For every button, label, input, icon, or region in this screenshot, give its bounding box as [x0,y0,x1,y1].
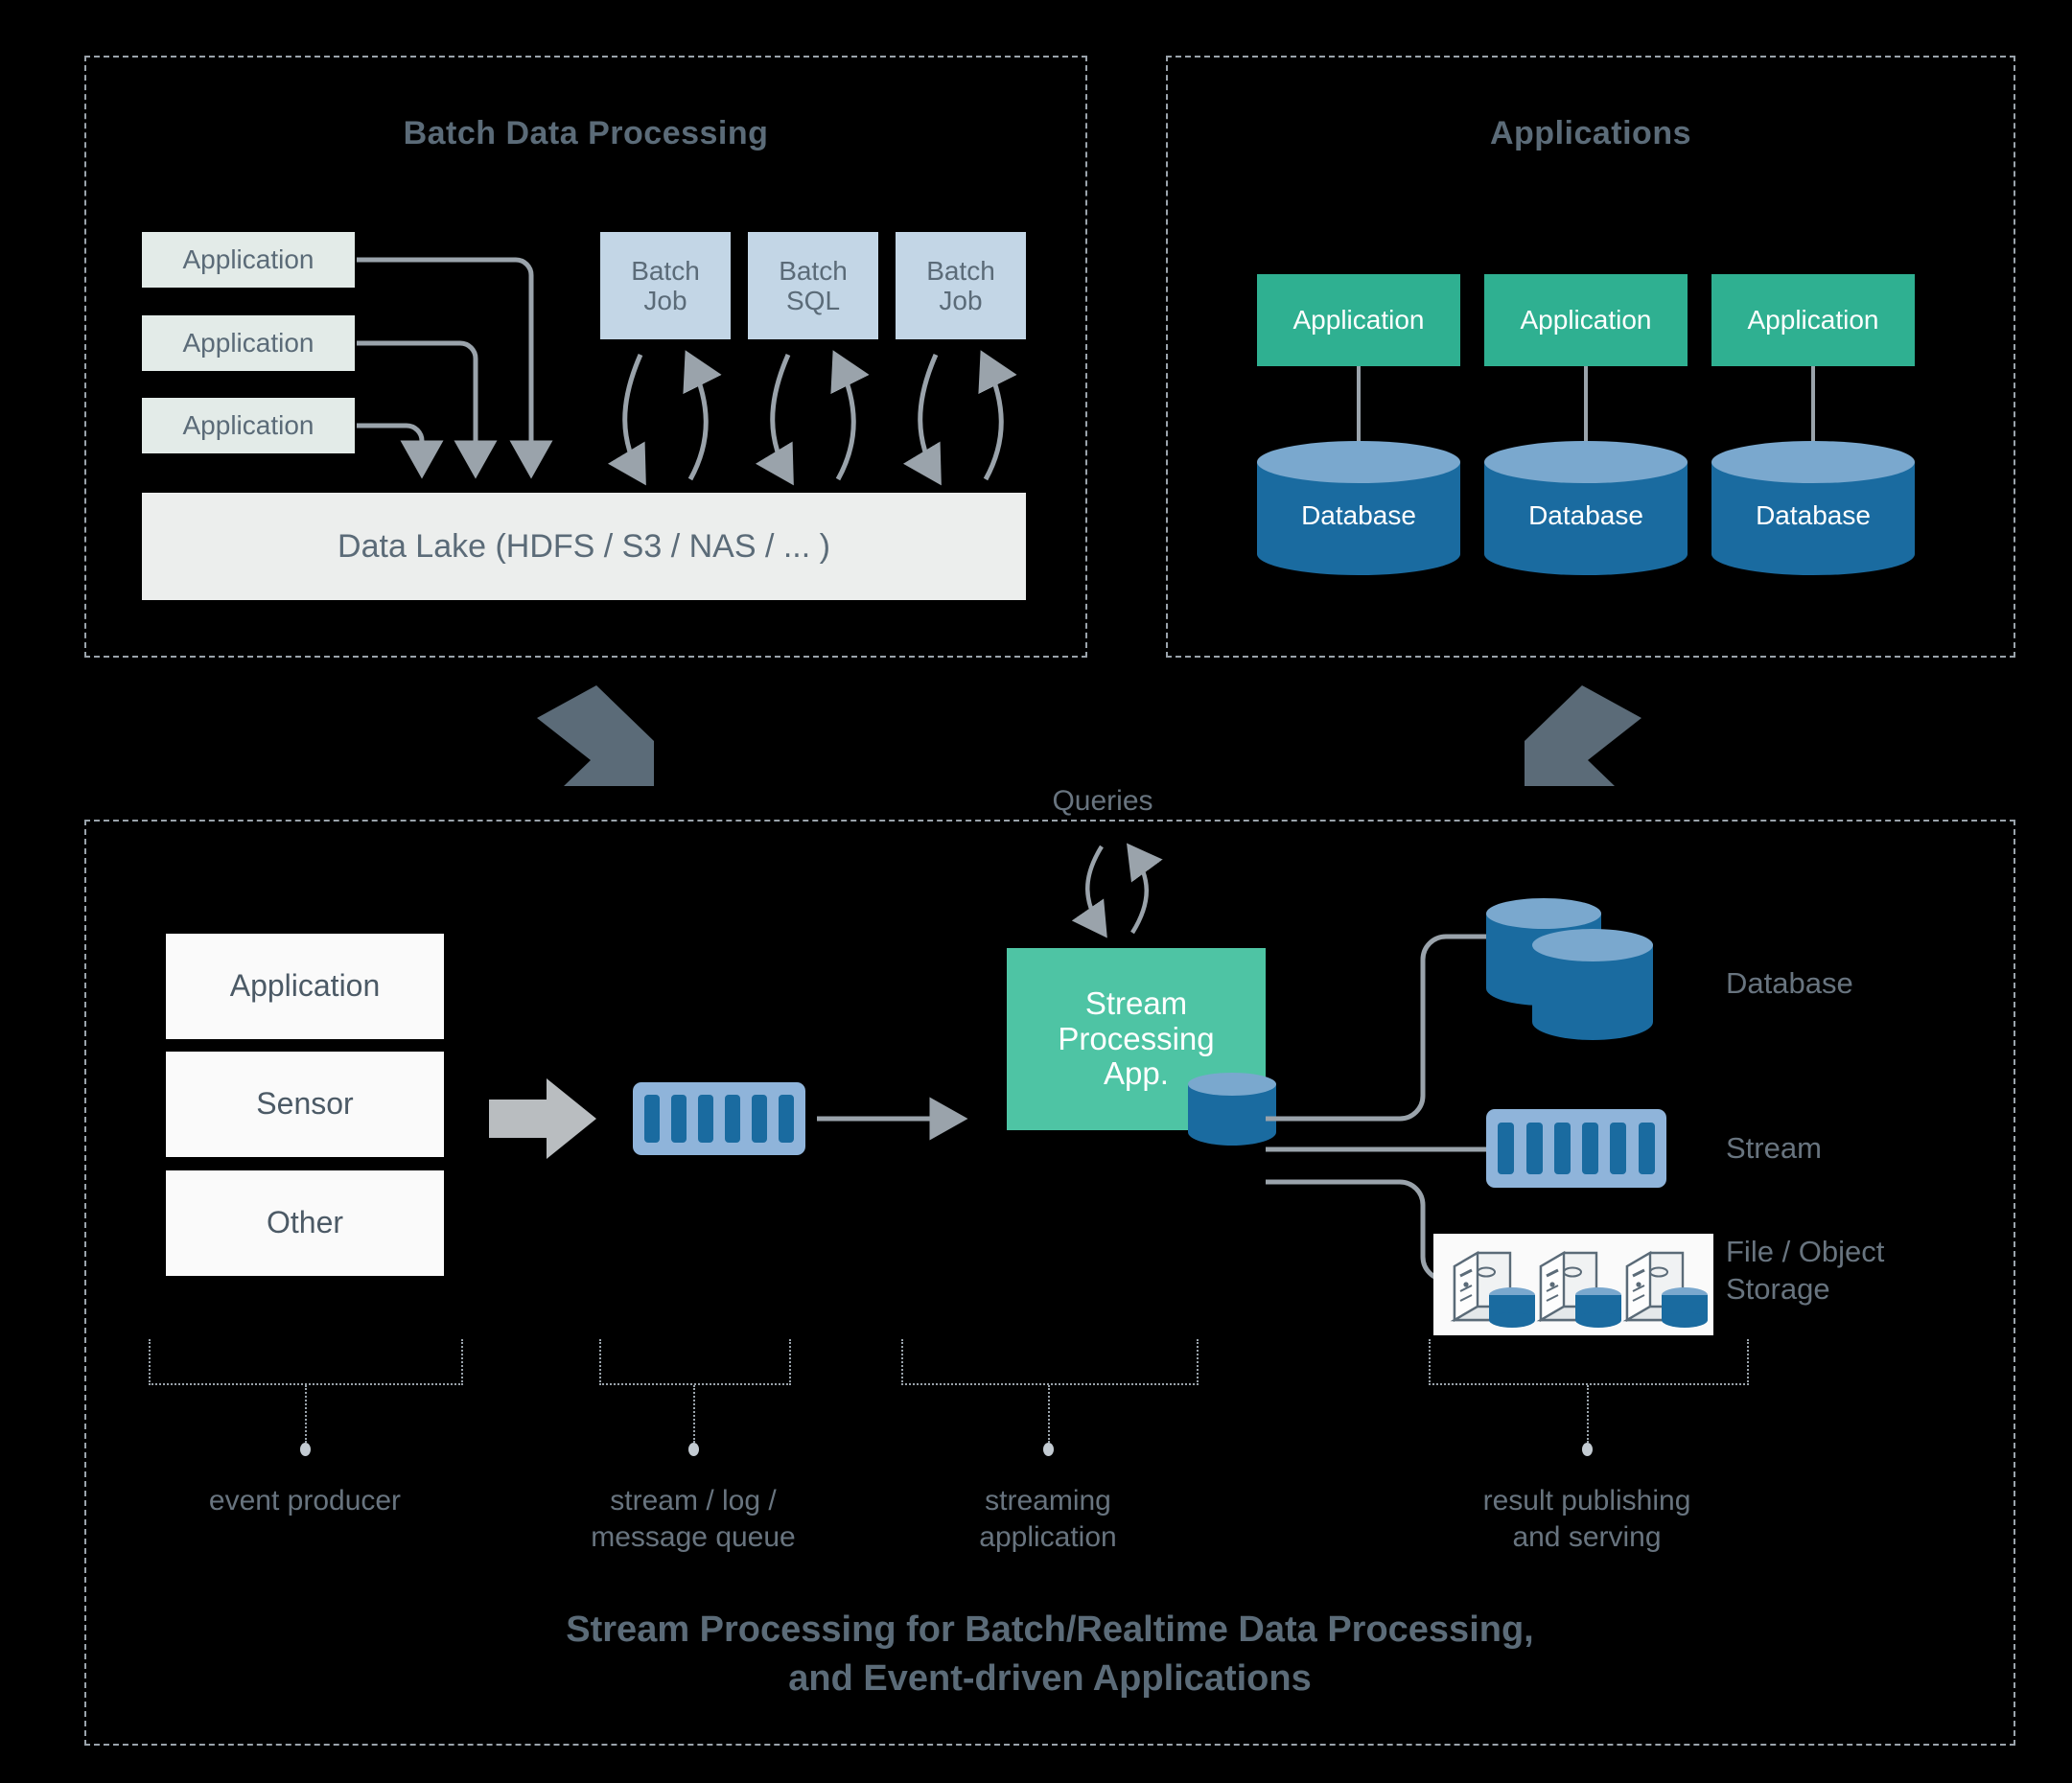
event-producer-application: Application [166,934,444,1039]
database-label: Database [1301,500,1416,530]
cylinder-bottom-cap [1257,533,1460,575]
cylinder-bottom-cap [1711,533,1915,575]
database-label: Database [1528,500,1643,530]
producer-label: Other [266,1205,344,1240]
applications-panel-app-3: Application [1711,274,1915,366]
data-lake-label: Data Lake (HDFS / S3 / NAS / ... ) [338,527,830,565]
stage-label-line2: and serving [1512,1520,1662,1553]
stage-dot-event-producer [300,1443,311,1456]
application-label: Application [1747,305,1879,336]
stream-app-line1: Stream [1084,984,1188,1021]
data-lake-box: Data Lake (HDFS / S3 / NAS / ... ) [142,493,1026,600]
thick-arrow-left-down-right [537,685,654,786]
sink-stream-icon [1486,1109,1666,1188]
stage-stem-stream-queue [693,1385,695,1443]
cylinder-bottom-cap [1484,533,1688,575]
stage-label-line1: stream / log / [610,1485,777,1517]
sink-database-front-cylinder [1532,929,1653,1040]
batch-data-processing-panel: Batch Data Processing Application Applic… [84,56,1087,658]
stream-app-line2: Processing [1058,1020,1215,1056]
stage-dot-stream-queue [688,1443,699,1456]
database-label: Database [1756,500,1871,530]
database-cylinder-2: Database [1484,441,1688,575]
stage-bracket-streaming-application [901,1339,1199,1385]
sink-database-label: Database [1726,966,1853,1000]
sink-stream-label: Stream [1726,1131,1822,1165]
queries-label: Queries [1052,785,1153,817]
stage-bracket-event-producer [149,1339,463,1385]
stream-panel-bottom-title: Stream Processing for Batch/Realtime Dat… [86,1606,2014,1704]
cylinder-bottom-cap [1532,1004,1653,1040]
sink-file-object-storage-box [1433,1234,1713,1335]
cylinder-top [1257,441,1460,483]
stage-label-line2: application [979,1520,1117,1553]
stream-processing-panel: Application Sensor Other Queries Stream … [84,785,2015,1746]
cylinder-bottom-cap [1188,1119,1276,1146]
stage-label-stream-queue: stream / log / message queue [549,1483,837,1555]
stage-stem-result-publishing [1587,1385,1589,1443]
database-cylinder-3: Database [1711,441,1915,575]
cylinder-top [1486,898,1601,929]
producer-label: Sensor [256,1086,354,1122]
producers-to-stream-arrow [489,1078,596,1159]
cylinder-top [1711,441,1915,483]
bottom-title-line1: Stream Processing for Batch/Realtime Dat… [566,1609,1534,1650]
server-rack-icons [1450,1250,1708,1328]
sink-storage-line1: File / Object [1726,1235,1885,1268]
stage-bracket-stream-queue [599,1339,791,1385]
stage-label-line1: result publishing [1482,1485,1691,1517]
cylinder-top [1532,929,1653,961]
application-label: Application [1292,305,1425,336]
stage-label-line1: streaming [985,1485,1111,1517]
stage-stem-event-producer [305,1385,307,1443]
state-store-cylinder [1188,1073,1276,1146]
stage-bracket-result-publishing [1429,1339,1749,1385]
stage-label-event-producer: event producer [161,1483,449,1519]
stage-dot-result-publishing [1582,1443,1593,1456]
applications-panel-app-1: Application [1257,274,1460,366]
application-label: Application [1520,305,1652,336]
sink-file-object-storage-label: File / Object Storage [1726,1234,1884,1308]
stage-label-result-publishing: result publishing and serving [1443,1483,1731,1555]
stream-app-line3: App. [1104,1055,1169,1092]
stage-dot-streaming-application [1043,1443,1054,1456]
thick-arrow-right-down-left [1525,685,1641,786]
sink-storage-line2: Storage [1726,1271,1830,1306]
stage-label-line1: event producer [208,1485,402,1517]
cylinder-top [1484,441,1688,483]
event-producer-sensor: Sensor [166,1052,444,1157]
producer-label: Application [229,968,381,1004]
stage-label-streaming-application: streaming application [904,1483,1192,1555]
stage-stem-streaming-application [1048,1385,1050,1443]
stream-queue-icon [633,1082,805,1155]
applications-panel-title: Applications [1489,115,1692,151]
queue-to-app-arrow [817,1097,968,1141]
applications-panel: Applications Application Database Applic… [1166,56,2015,658]
bottom-title-line2: and Event-driven Applications [788,1658,1312,1700]
database-cylinder-1: Database [1257,441,1460,575]
cylinder-top [1188,1073,1276,1096]
applications-panel-app-2: Application [1484,274,1688,366]
stage-label-line2: message queue [591,1520,796,1553]
event-producer-other: Other [166,1170,444,1276]
queries-loop-arrows [1071,843,1163,938]
